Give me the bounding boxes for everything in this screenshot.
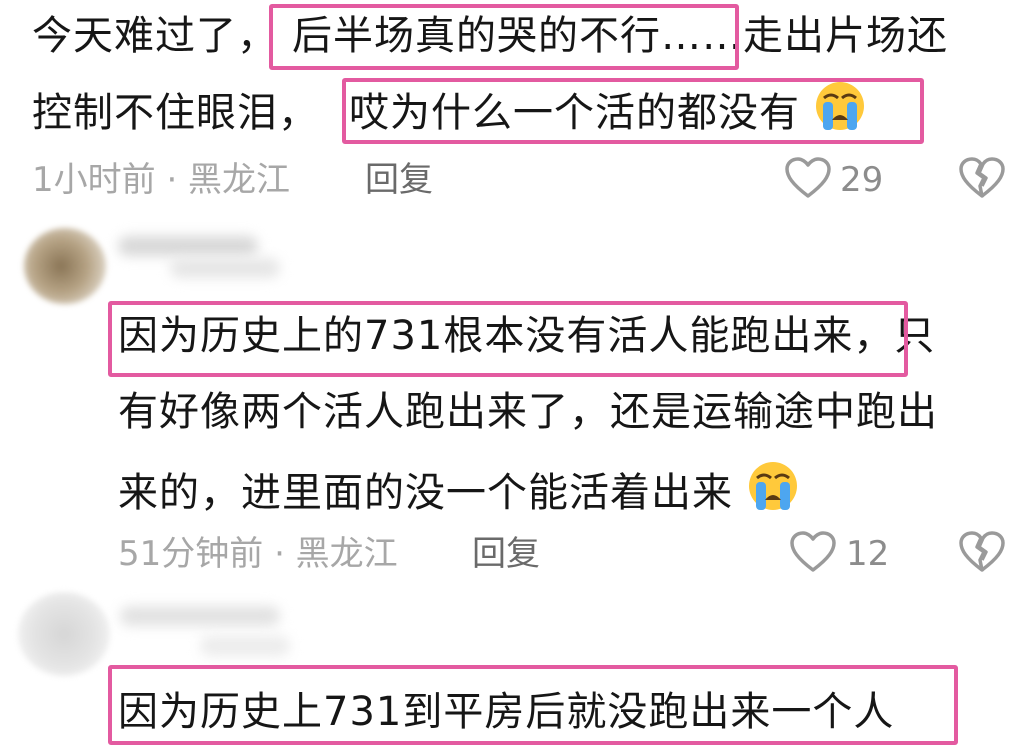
comment2-reply-button[interactable]: 回复 [472, 534, 540, 574]
comment2-text-part: 来的，进里面的没一个能活着出来 [118, 470, 733, 516]
avatar[interactable] [24, 228, 106, 304]
comment2-line2: 有好像两个活人跑出来了，还是运输途中跑出 [118, 389, 938, 435]
comment1-text-part: 走出片场还 [743, 13, 948, 59]
loudly-crying-face-icon [814, 80, 866, 143]
comment1-highlighted-text: 后半场真的哭的不行…… [292, 13, 743, 59]
heart-icon[interactable] [789, 530, 837, 574]
comment2-timestamp-location: 51分钟前 · 黑龙江 [118, 534, 398, 574]
username-blurred [170, 258, 280, 278]
comment2-line1: 因为历史上的731根本没有活人能跑出来，只 [118, 312, 935, 360]
comment1-line1: 今天难过了， 后半场真的哭的不行……走出片场还 [32, 12, 948, 60]
comment1-like-count: 29 [840, 160, 884, 200]
comment2-highlighted-text: 因为历史上的731根本没有活人能跑出来 [118, 313, 854, 359]
comment3-highlighted-text: 因为历史上731到平房后就没跑出来一个人 [118, 689, 895, 735]
broken-heart-icon[interactable] [958, 530, 1006, 574]
comment2-line3: 来的，进里面的没一个能活着出来 [118, 460, 799, 523]
comment1-highlighted-text: 哎为什么一个活的都没有 [349, 90, 800, 136]
comment1-reply-button[interactable]: 回复 [365, 160, 433, 200]
heart-icon[interactable] [784, 156, 832, 200]
comment-thread: 今天难过了， 后半场真的哭的不行……走出片场还 控制不住眼泪， 哎为什么一个活的都没… [0, 0, 1026, 753]
comment2-like-count: 12 [846, 534, 890, 574]
comment1-timestamp-location: 1小时前 · 黑龙江 [32, 160, 291, 200]
comment2-text-part: ，只 [853, 313, 936, 359]
username-blurred[interactable] [120, 606, 280, 626]
comment1-text-part: 今天难过了， [32, 13, 278, 59]
comment1-text-part: 控制不住眼泪， [32, 90, 319, 136]
broken-heart-icon[interactable] [958, 156, 1006, 200]
username-blurred[interactable] [118, 236, 258, 256]
avatar[interactable] [18, 592, 110, 676]
username-blurred [200, 636, 290, 656]
comment1-line2: 控制不住眼泪， 哎为什么一个活的都没有 [32, 80, 866, 143]
loudly-crying-face-icon [747, 460, 799, 523]
